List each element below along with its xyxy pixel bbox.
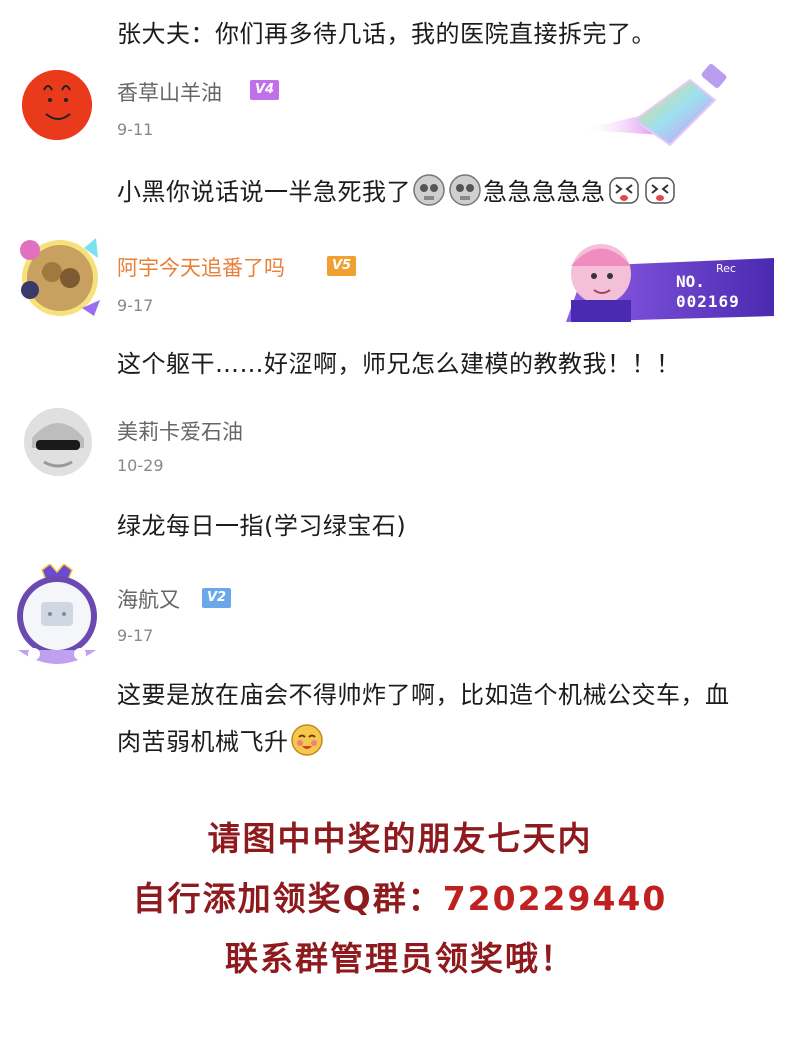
avatar-frame[interactable] (12, 228, 104, 320)
crying-face-emoji (608, 177, 639, 204)
qq-group-number: 720229440 (442, 879, 668, 918)
fan-card-no-label: NO. (676, 272, 705, 291)
avatar-frame[interactable] (8, 562, 106, 668)
avatar-crown-frame-icon (17, 562, 97, 664)
skull-face-emoji (413, 174, 445, 206)
username[interactable]: 海航又 (117, 584, 180, 614)
fan-card-number: 002169 (676, 292, 740, 311)
avatar-pendant-icon (20, 238, 100, 316)
comment-text-3: 绿龙每日一指(学习绿宝石) (117, 512, 407, 540)
level-badge: V2 (202, 588, 232, 608)
username[interactable]: 阿宇今天追番了吗 (117, 252, 285, 282)
fan-card-background-icon (566, 244, 774, 322)
skull-face-emoji (449, 174, 481, 206)
comment-text-0: 张大夫：你们再多待几话，我的医院直接拆完了。 (117, 20, 656, 48)
comment-text-part: 急急急急急 (483, 178, 606, 206)
fan-card-rec: Rec (716, 262, 736, 275)
comment-text-1: 小黑你说话说一半急死我了 急急急急急 (117, 170, 678, 214)
comment-date: 9-17 (117, 296, 154, 315)
smug-face-emoji (290, 724, 323, 756)
comment-text-part: 这要是放在庙会不得帅炸了啊，比如造个机械公交车，血肉苦弱机械飞升 (117, 681, 730, 756)
footer-line-2: 自行添加领奖Q群：720229440 (0, 872, 800, 920)
footer-line-1: 请图中中奖的朋友七天内 (207, 819, 593, 858)
username[interactable]: 香草山羊油 (117, 77, 222, 107)
comment-date: 9-17 (117, 626, 154, 645)
comment-date: 9-11 (117, 120, 154, 139)
footer-line-3: 联系群管理员领奖哦！ (225, 939, 575, 978)
avatar[interactable] (24, 408, 92, 476)
avatar[interactable] (22, 70, 92, 140)
comment-text-part: 小黑你说话说一半急死我了 (117, 178, 411, 206)
crying-face-emoji (644, 177, 675, 204)
avatar-sunglasses-icon (24, 408, 92, 476)
comment-date: 10-29 (117, 456, 164, 475)
fan-card[interactable]: Rec NO. 002169 (556, 236, 774, 322)
avatar-face-icon (22, 70, 92, 140)
paint-bottle-decoration-icon (580, 64, 727, 147)
footer-line-2-prefix: 自行添加领奖Q群： (132, 879, 443, 918)
comment-text-4: 这要是放在庙会不得帅炸了啊，比如造个机械公交车，血肉苦弱机械飞升 (117, 672, 737, 766)
comment-text-2: 这个躯干……好涩啊，师兄怎么建模的教教我！！！ (117, 350, 681, 378)
username[interactable]: 美莉卡爱石油 (117, 416, 243, 446)
level-badge: V4 (250, 80, 280, 100)
level-badge: V5 (327, 256, 357, 276)
